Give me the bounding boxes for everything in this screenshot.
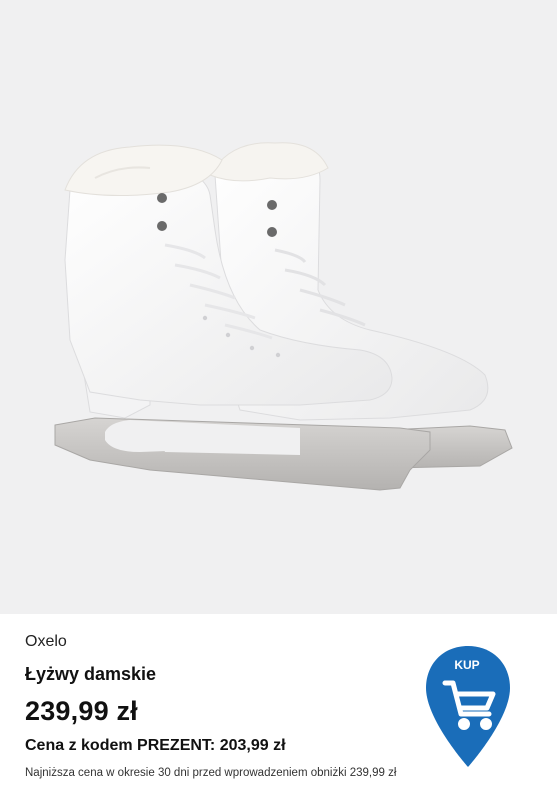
product-price: 239,99 zł bbox=[25, 696, 138, 726]
buy-button[interactable]: KUP bbox=[423, 642, 513, 772]
product-title[interactable]: Łyżwy damskie bbox=[25, 664, 156, 685]
buy-button-label: KUP bbox=[454, 658, 479, 672]
lowest-price-note: Najniższa cena w okresie 30 dni przed wp… bbox=[25, 767, 397, 779]
product-image[interactable] bbox=[0, 0, 557, 614]
promo-price: Cena z kodem PREZENT: 203,99 zł bbox=[25, 737, 286, 754]
ice-skates-image bbox=[54, 142, 513, 491]
product-card[interactable]: Oxelo Łyżwy damskie 239,99 zł Cena z kod… bbox=[0, 0, 557, 800]
product-brand[interactable]: Oxelo bbox=[25, 633, 67, 651]
